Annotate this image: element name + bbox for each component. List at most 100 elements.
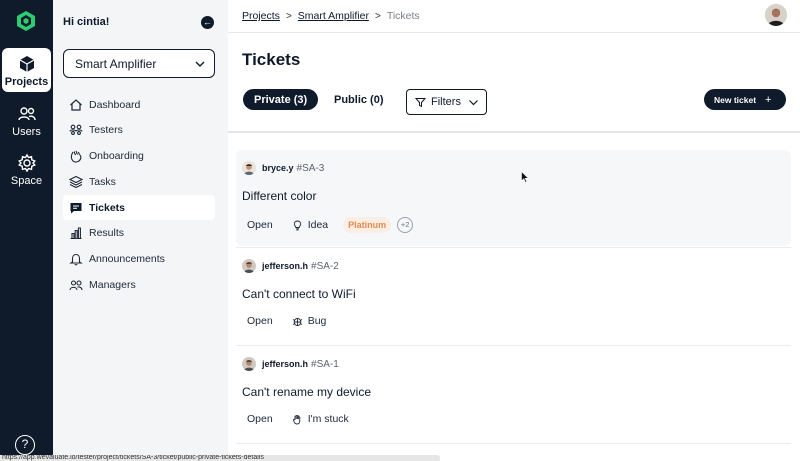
mouse-cursor-icon [521,171,529,183]
project-sidebar: Hi cintia! ← Smart Amplifier Dashboard T… [53,0,228,461]
breadcrumb-projects[interactable]: Projects [242,10,280,22]
ticket-type-label: Bug [307,315,327,327]
breadcrumb: Projects > Smart Amplifier > Tickets [242,10,420,22]
sidebar-item-label: Announcements [89,253,165,266]
ticket-card[interactable]: jefferson.h #SA-2 Can't connect to WiFi … [236,248,791,346]
rail-item-users[interactable]: Users [2,98,51,142]
sidebar-item-results[interactable]: Results [63,221,215,246]
avatar [242,357,256,371]
ticket-header: jefferson.h #SA-2 [242,259,339,273]
sidebar-item-label: Results [89,227,125,240]
user-avatar[interactable] [765,4,787,26]
managers-icon [69,280,83,291]
sidebar-item-onboarding[interactable]: Onboarding [63,144,215,169]
arrow-left-icon[interactable]: ← [201,16,214,29]
sidebar-item-announcements[interactable]: Announcements [63,247,215,272]
ticket-meta: Open I'm stuck [242,413,364,425]
page-title: Tickets [242,50,301,69]
project-select[interactable]: Smart Amplifier [63,49,215,78]
app-rail: Projects Users Space ? [0,0,53,461]
avatar [242,259,256,273]
filters-button[interactable]: Filters [406,89,487,115]
breadcrumb-smart-amplifier[interactable]: Smart Amplifier [298,10,369,22]
lightbulb-icon [293,220,301,230]
ticket-type: I'm stuck [292,413,349,425]
sidebar-item-label: Dashboard [89,98,141,111]
rail-item-projects[interactable]: Projects [2,48,51,92]
chat-icon [70,202,82,214]
sidebar-item-testers[interactable]: Testers [63,118,215,143]
divider [236,443,791,444]
ticket-type: Idea [292,219,328,231]
list-divider [228,131,800,133]
bell-icon [69,254,83,266]
rail-item-label: Space [10,175,43,187]
ticket-header: bryce.y #SA-3 [242,161,324,175]
ticket-type: Bug [292,315,327,327]
plus-icon: + [765,93,772,106]
bug-icon [292,317,302,326]
status-badge: Open [247,413,273,425]
ticket-title: Different color [242,189,317,203]
ticket-meta: Open Bug [242,315,341,327]
hand-icon [292,414,300,424]
sidebar-item-dashboard[interactable]: Dashboard [63,92,215,117]
main-content: Projects > Smart Amplifier > Tickets Tic… [228,0,800,461]
sidebar-item-managers[interactable]: Managers [63,273,215,298]
people-icon [69,124,83,136]
ticket-user: bryce.y [262,163,294,173]
sidebar-item-label: Onboarding [89,150,144,163]
rail-item-label: Projects [4,76,49,88]
rail-item-space[interactable]: Space [2,147,51,191]
cube-icon [19,56,34,72]
topbar: Projects > Smart Amplifier > Tickets [228,0,800,33]
more-badges-chip[interactable]: +2 [397,217,414,233]
avatar [242,161,256,175]
filters-label: Filters [431,96,461,108]
new-ticket-button[interactable]: New ticket + [704,89,786,110]
ticket-user: jefferson.h [262,261,309,271]
help-icon[interactable]: ? [15,435,35,455]
ticket-card[interactable]: bryce.y #SA-3 Different color Open Idea … [236,150,791,248]
chevron-right-icon: > [285,10,292,22]
hand-wave-icon [70,150,82,163]
sidebar-item-label: Tickets [89,201,125,214]
ticket-type-label: Idea [307,219,329,231]
bar-chart-icon [70,227,82,240]
users-icon [17,107,36,121]
ticket-meta: Open Idea Platinum +2 [242,217,414,233]
sidebar-item-tasks[interactable]: Tasks [63,169,215,194]
browser-status-bar: https://app.wevaluate.io/tester/project/… [0,455,440,461]
breadcrumb-current: Tickets [386,10,420,22]
ticket-card[interactable]: jefferson.h #SA-1 Can't rename my device… [236,346,791,444]
ticket-header: jefferson.h #SA-1 [242,357,339,371]
ticket-id: #SA-1 [311,358,339,370]
chevron-right-icon: > [374,10,381,22]
ticket-type-label: I'm stuck [307,413,349,425]
rail-item-label: Users [12,126,41,138]
ticket-id: #SA-3 [296,162,325,174]
tab-public[interactable]: Public (0) [323,89,395,110]
sidebar-item-label: Testers [89,124,123,137]
project-select-value: Smart Amplifier [75,56,157,71]
tab-private[interactable]: Private (3) [243,89,319,110]
greeting: Hi cintia! [63,16,110,28]
sidebar-item-label: Managers [89,279,136,292]
status-badge: Open [247,315,273,327]
sidebar-item-tickets[interactable]: Tickets [63,195,215,221]
layers-icon [69,175,83,189]
gear-icon [17,153,36,173]
home-icon [70,98,82,111]
sidebar-item-label: Tasks [89,175,116,188]
ticket-user: jefferson.h [262,359,309,369]
new-ticket-label: New ticket [714,94,757,105]
ticket-title: Can't rename my device [242,385,372,399]
chevron-down-icon [195,61,205,67]
filter-icon [415,97,426,107]
app-logo-icon[interactable] [14,9,38,33]
tier-badge: Platinum [343,217,392,233]
sidebar-nav: Dashboard Testers Onboarding Tasks Ticke… [63,92,215,298]
status-badge: Open [247,219,273,231]
chevron-down-icon [469,99,478,105]
ticket-id: #SA-2 [311,260,339,272]
